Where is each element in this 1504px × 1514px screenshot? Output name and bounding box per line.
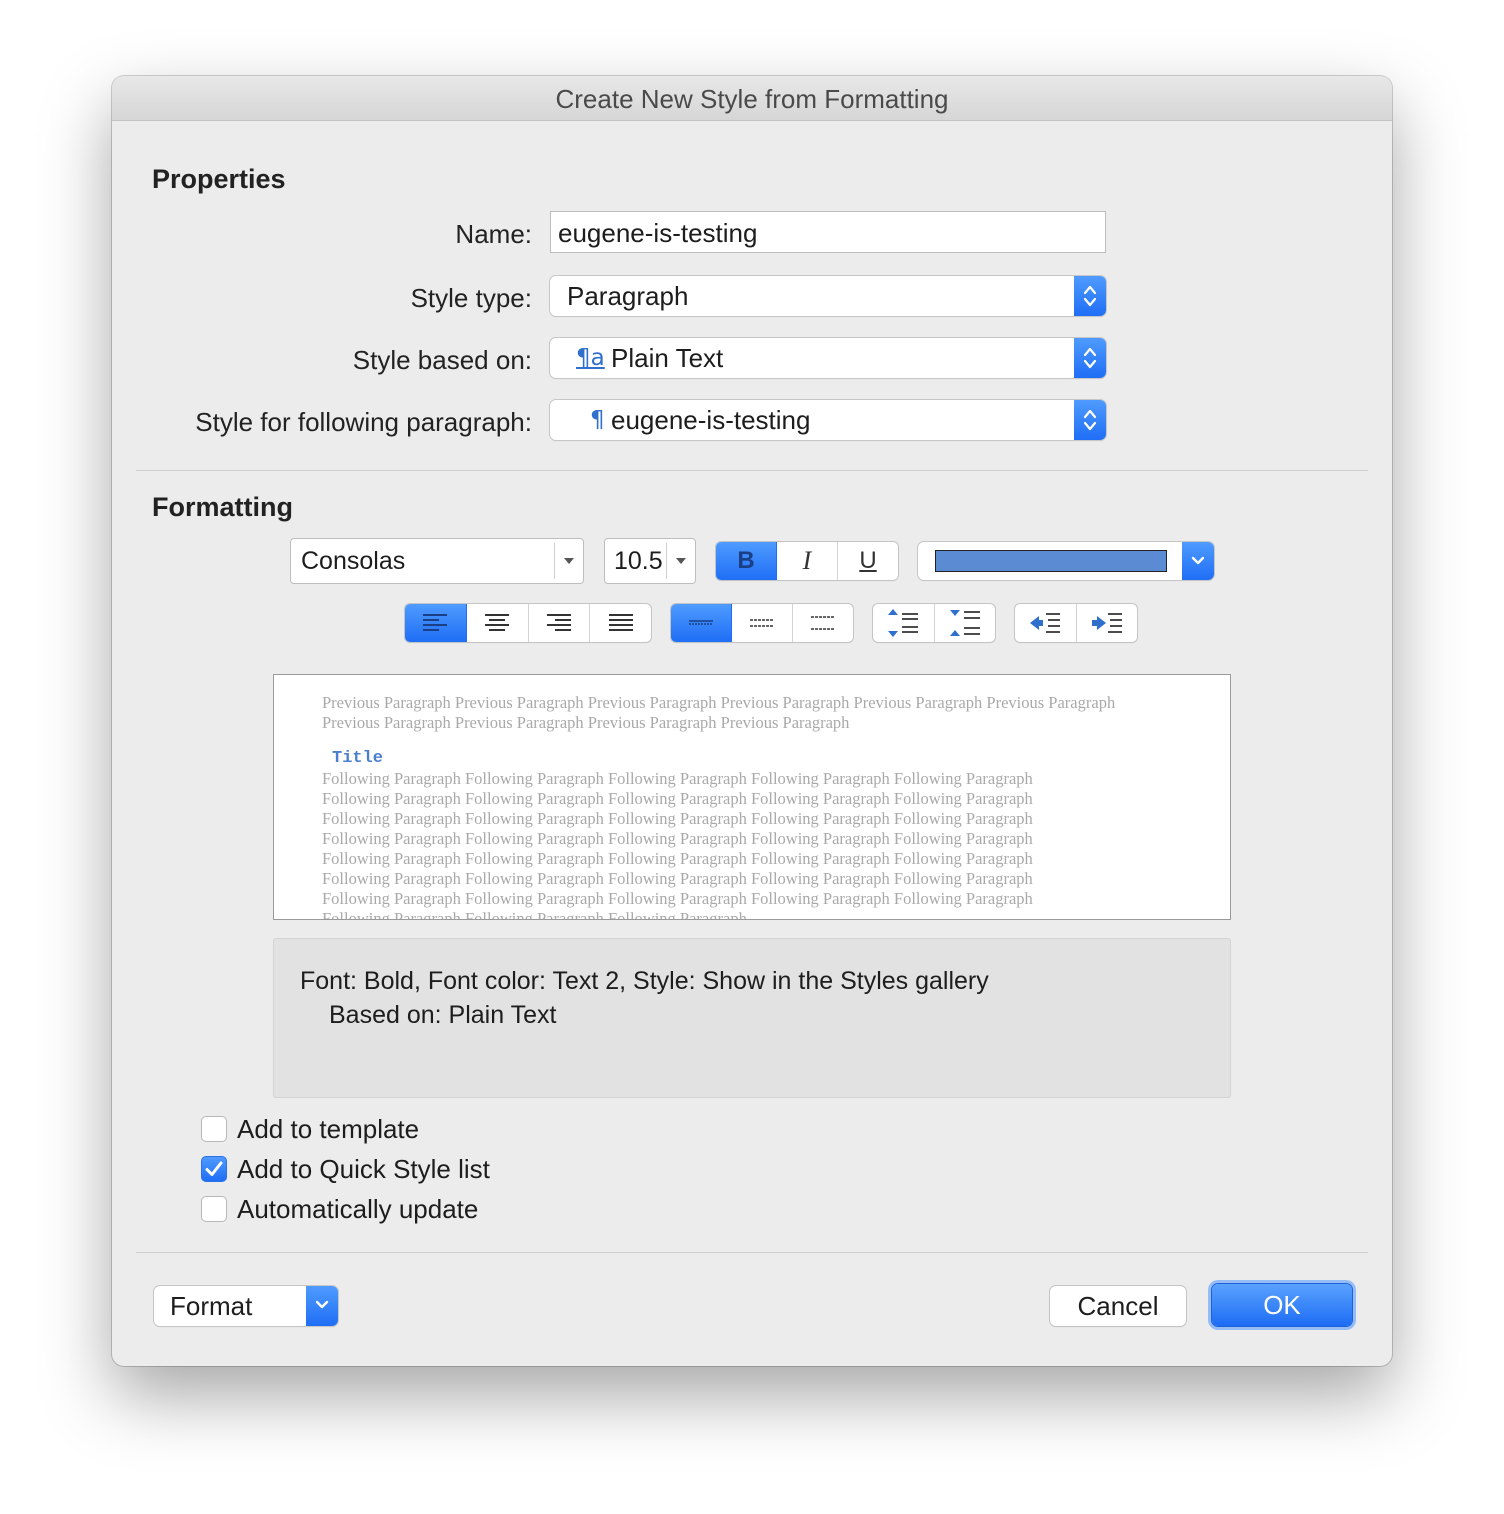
properties-heading: Properties (152, 164, 286, 194)
section-divider (136, 470, 1368, 471)
decrease-paragraph-spacing-button[interactable] (935, 604, 996, 642)
footer-divider (136, 1252, 1368, 1253)
following-line: Following Paragraph Following Paragraph … (322, 769, 1033, 788)
up-down-chevron-icon (1074, 400, 1106, 440)
underline-icon: U (859, 547, 877, 574)
style-based-on-value: Plain Text (611, 343, 724, 373)
align-left-button[interactable] (405, 604, 467, 642)
decrease-indent-icon (1030, 613, 1061, 633)
sample-text: Title (332, 749, 384, 768)
following-line: Following Paragraph Following Paragraph … (322, 849, 1033, 868)
following-line: Following Paragraph Following Paragraph … (322, 789, 1033, 808)
format-button-label: Format (170, 1291, 253, 1321)
double-spacing-button[interactable] (793, 604, 853, 642)
automatically-update-label: Automatically update (237, 1194, 479, 1224)
font-color-swatch (935, 550, 1167, 572)
single-spacing-icon (689, 620, 713, 625)
description-line-1: Font: Bold, Font color: Text 2, Style: S… (300, 967, 989, 995)
paragraph-style-icon: ¶ (590, 407, 605, 433)
following-line: Following Paragraph Following Paragraph … (322, 869, 1033, 888)
align-right-icon (546, 614, 571, 631)
one-half-spacing-icon (750, 619, 774, 627)
italic-icon: I (802, 546, 812, 575)
font-size-combo[interactable]: 10.5 (604, 538, 696, 584)
style-type-popup[interactable]: Paragraph (550, 276, 1106, 316)
increase-spacing-icon (888, 609, 919, 637)
justify-icon (608, 614, 633, 631)
name-input[interactable]: eugene-is-testing (550, 211, 1106, 253)
style-based-on-label: Style based on: (352, 345, 532, 375)
font-size-value: 10.5 (614, 547, 663, 575)
description-line-2: Based on: Plain Text (329, 1001, 557, 1029)
increase-indent-button[interactable] (1077, 604, 1138, 642)
increase-paragraph-spacing-button[interactable] (873, 604, 935, 642)
name-label: Name: (455, 219, 532, 249)
dropdown-arrow-icon (666, 543, 695, 579)
decrease-spacing-icon (949, 610, 980, 636)
format-menu-button[interactable]: Format (154, 1286, 338, 1326)
up-down-chevron-icon (1074, 276, 1106, 316)
one-half-spacing-button[interactable] (732, 604, 793, 642)
style-preview: Previous Paragraph Previous Paragraph Pr… (273, 674, 1231, 920)
underline-button[interactable]: U (838, 542, 898, 580)
double-spacing-icon (811, 616, 835, 630)
following-paragraph-value: eugene-is-testing (611, 405, 811, 435)
font-name-value: Consolas (301, 547, 406, 575)
following-paragraph-label: Style for following paragraph: (195, 407, 532, 437)
following-paragraph-popup[interactable]: ¶ eugene-is-testing (550, 400, 1106, 440)
decrease-indent-button[interactable] (1015, 604, 1077, 642)
font-color-popup[interactable] (918, 542, 1214, 580)
following-line: Following Paragraph Following Paragraph … (322, 809, 1033, 828)
increase-indent-icon (1091, 613, 1122, 633)
indent-buttons (1015, 604, 1137, 642)
add-to-template-label: Add to template (237, 1114, 420, 1144)
following-paragraph-text: Following Paragraph Following Paragraph … (322, 769, 1222, 920)
formatting-heading: Formatting (152, 492, 293, 522)
align-center-icon (485, 614, 510, 631)
italic-button[interactable]: I (777, 542, 838, 580)
style-description: Font: Bold, Font color: Text 2, Style: S… (273, 938, 1231, 1098)
following-line: Following Paragraph Following Paragraph … (322, 829, 1033, 848)
bold-icon: B (737, 547, 755, 574)
align-center-button[interactable] (467, 604, 529, 642)
line-spacing-buttons (671, 604, 853, 642)
add-to-template-checkbox[interactable] (201, 1116, 227, 1142)
dialog-window: Create New Style from Formatting Propert… (112, 76, 1392, 1366)
bold-button[interactable]: B (716, 542, 777, 580)
chevron-down-icon (1182, 542, 1214, 580)
font-style-buttons: B I U (716, 542, 898, 580)
style-type-label: Style type: (410, 283, 532, 313)
chevron-down-icon (306, 1286, 338, 1326)
up-down-chevron-icon (1074, 338, 1106, 378)
align-right-button[interactable] (529, 604, 591, 642)
align-left-icon (423, 614, 448, 631)
alignment-buttons (405, 604, 651, 642)
checkmark-icon (205, 1161, 223, 1176)
cancel-button[interactable]: Cancel (1050, 1286, 1186, 1326)
justify-button[interactable] (590, 604, 651, 642)
automatically-update-checkbox[interactable] (201, 1196, 227, 1222)
paragraph-char-style-icon: ¶a (576, 345, 605, 371)
add-to-quick-style-label: Add to Quick Style list (237, 1154, 490, 1184)
window-title: Create New Style from Formatting (112, 76, 1392, 121)
add-to-quick-style-checkbox[interactable] (201, 1156, 227, 1182)
style-based-on-popup[interactable]: ¶a Plain Text (550, 338, 1106, 378)
single-spacing-button[interactable] (671, 604, 732, 642)
following-line: Following Paragraph Following Paragraph … (322, 909, 747, 920)
paragraph-spacing-buttons (873, 604, 995, 642)
previous-paragraph-text: Previous Paragraph Previous Paragraph Pr… (322, 693, 1116, 732)
following-line: Following Paragraph Following Paragraph … (322, 889, 1033, 908)
dropdown-arrow-icon (554, 543, 583, 579)
style-type-value: Paragraph (567, 281, 689, 311)
ok-button[interactable]: OK (1212, 1284, 1352, 1326)
font-name-combo[interactable]: Consolas (290, 538, 584, 584)
